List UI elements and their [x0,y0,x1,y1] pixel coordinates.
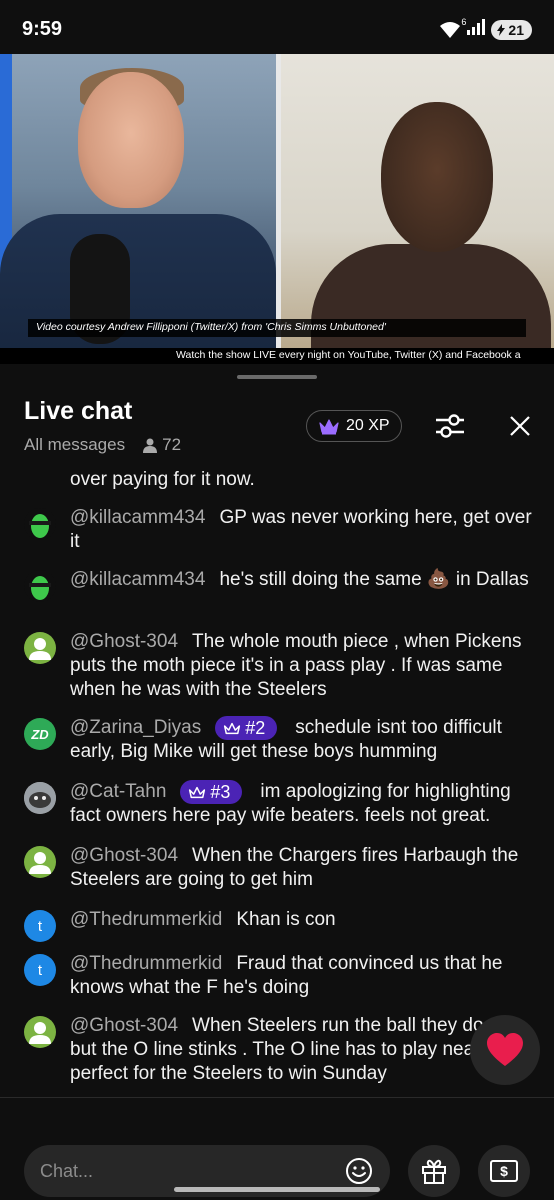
video-player[interactable]: Video courtesy Andrew Fillipponi (Twitte… [0,54,554,364]
sliders-icon [436,414,464,438]
message-text: over paying for it now. [70,469,255,490]
video-caption: Video courtesy Andrew Fillipponi (Twitte… [28,319,526,337]
network-type: 6 [461,16,467,27]
message-author[interactable]: @Thedrummerkid [70,909,222,930]
wifi-icon: 6 [439,17,466,39]
chat-title: Live chat [24,397,133,425]
crown-icon [189,786,206,798]
reaction-button[interactable] [470,1015,540,1085]
member-badge: #3 [180,780,243,804]
chat-message-list[interactable]: over paying for it now. @killacamm434 GP … [0,464,554,1098]
live-chat-panel: Live chat All messages 72 20 XP over pay… [0,364,554,1200]
avatar[interactable]: ZD [24,718,56,750]
emoji-icon[interactable] [344,1156,374,1186]
gift-button[interactable] [408,1145,460,1197]
message-author[interactable]: @Cat-Tahn [70,781,166,802]
message-author[interactable]: @killacamm434 [70,507,205,528]
drag-handle[interactable] [237,375,317,379]
avatar[interactable] [24,846,56,878]
close-icon [510,416,530,436]
status-time: 9:59 [22,18,63,40]
avatar[interactable] [24,570,56,602]
xp-button[interactable]: 20 XP [306,410,402,442]
message-text: he's still doing the same 💩 in Dallas [219,569,529,590]
money-icon: $ [490,1160,518,1182]
home-indicator[interactable] [174,1187,380,1192]
signal-icon [467,19,486,40]
video-right-frame [281,54,554,348]
heart-icon [487,1033,523,1066]
member-badge-label: #3 [210,782,231,802]
message-author[interactable]: @Zarina_Diyas [70,717,201,738]
super-chat-button[interactable]: $ [478,1145,530,1197]
person-icon [143,438,158,453]
crown-icon [319,419,339,435]
message-author[interactable]: @killacamm434 [70,569,205,590]
chat-input[interactable] [40,1160,344,1182]
message-author[interactable]: @Ghost-304 [70,631,178,652]
svg-text:$: $ [500,1163,508,1179]
battery-icon: 21 [491,19,532,40]
message-text: Khan is con [236,909,336,930]
avatar[interactable] [24,508,56,540]
avatar[interactable] [24,632,56,664]
avatar[interactable]: t [24,910,56,942]
chat-composer: $ [0,1097,554,1200]
avatar[interactable]: t [24,954,56,986]
status-icons: 6 21 [439,17,532,40]
message-author[interactable]: @Ghost-304 [70,1015,178,1036]
video-ticker: Watch the show LIVE every night on YouTu… [0,348,554,364]
chat-filter[interactable]: All messages 72 [24,435,181,455]
gift-icon [422,1159,446,1184]
crown-icon [224,722,241,734]
viewer-count: 72 [143,435,181,455]
xp-label: 20 XP [346,417,390,434]
message-author[interactable]: @Thedrummerkid [70,953,222,974]
chat-filter-label[interactable]: All messages [24,435,125,455]
avatar[interactable] [24,1016,56,1048]
battery-level: 21 [508,21,524,38]
close-chat-button[interactable] [502,408,538,444]
member-badge-label: #2 [245,718,266,738]
member-badge: #2 [215,716,278,740]
message-author[interactable]: @Ghost-304 [70,845,178,866]
viewer-count-value: 72 [162,435,182,454]
chat-settings-button[interactable] [430,408,470,444]
avatar[interactable] [24,782,56,814]
video-left-frame [0,54,276,348]
status-bar: 9:59 6 21 [0,0,554,54]
